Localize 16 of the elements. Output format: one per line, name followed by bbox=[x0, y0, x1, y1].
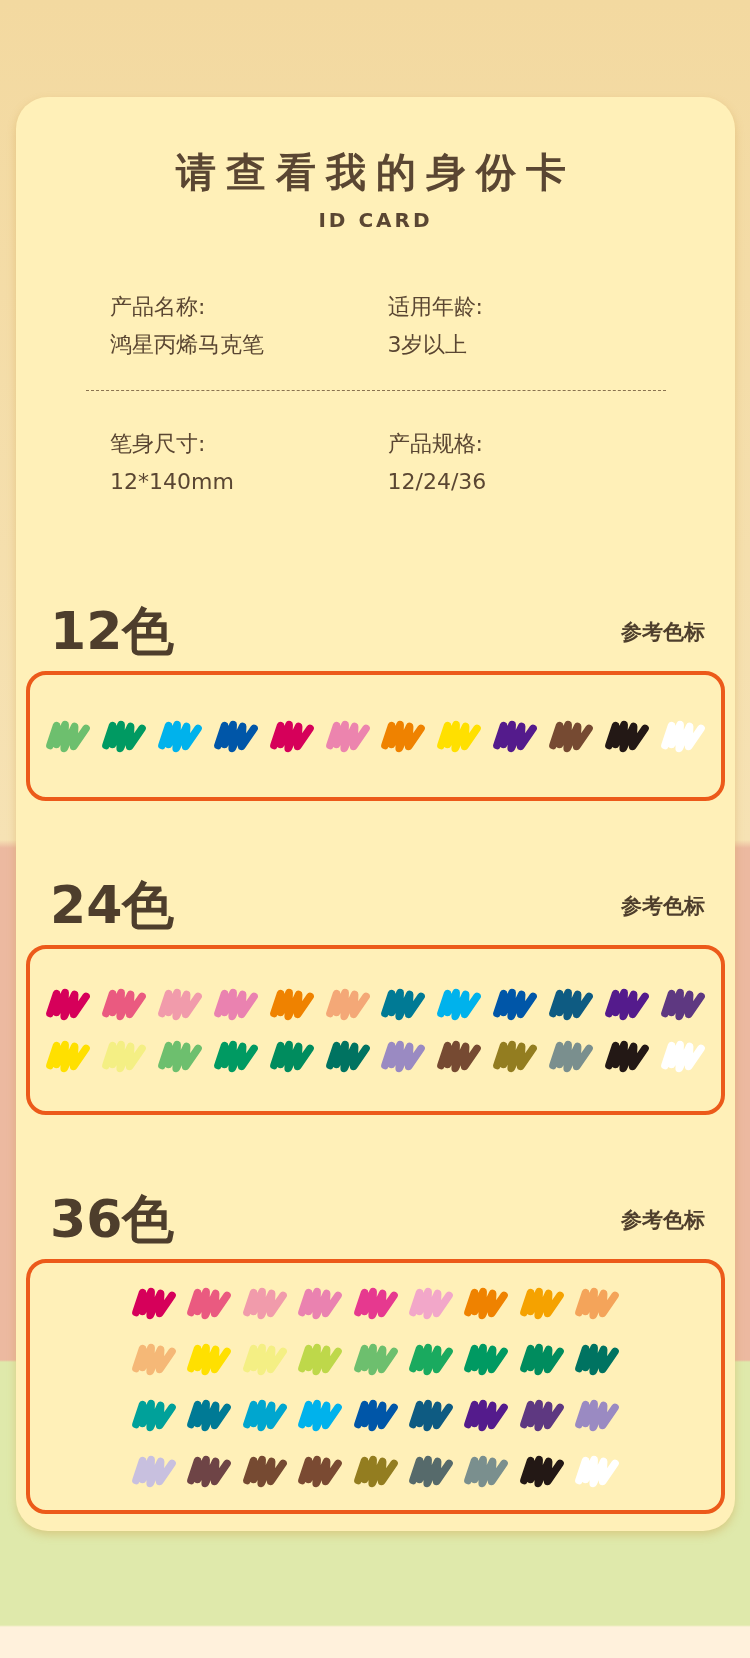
field-value: 3岁以上 bbox=[387, 331, 469, 359]
card-subtitle: ID CARD bbox=[318, 208, 433, 232]
palette-heading: 24色 bbox=[50, 874, 175, 937]
field-label: 产品规格: bbox=[387, 430, 484, 458]
palette-note: 参考色标 bbox=[621, 1207, 705, 1234]
field-value: 鸿星丙烯马克笔 bbox=[110, 331, 265, 359]
field-value: 12/24/36 bbox=[387, 468, 488, 496]
palette-note: 参考色标 bbox=[621, 893, 705, 920]
field-label: 产品名称: bbox=[110, 293, 207, 321]
palette-heading: 12色 bbox=[50, 600, 175, 663]
field-label: 适用年龄: bbox=[387, 293, 484, 321]
field-value: 12*140mm bbox=[110, 468, 235, 496]
palette-note: 参考色标 bbox=[621, 619, 705, 646]
field-label: 笔身尺寸: bbox=[110, 430, 207, 458]
palette-heading: 36色 bbox=[50, 1188, 175, 1251]
card-title: 请查看我的身份卡 bbox=[175, 148, 576, 197]
